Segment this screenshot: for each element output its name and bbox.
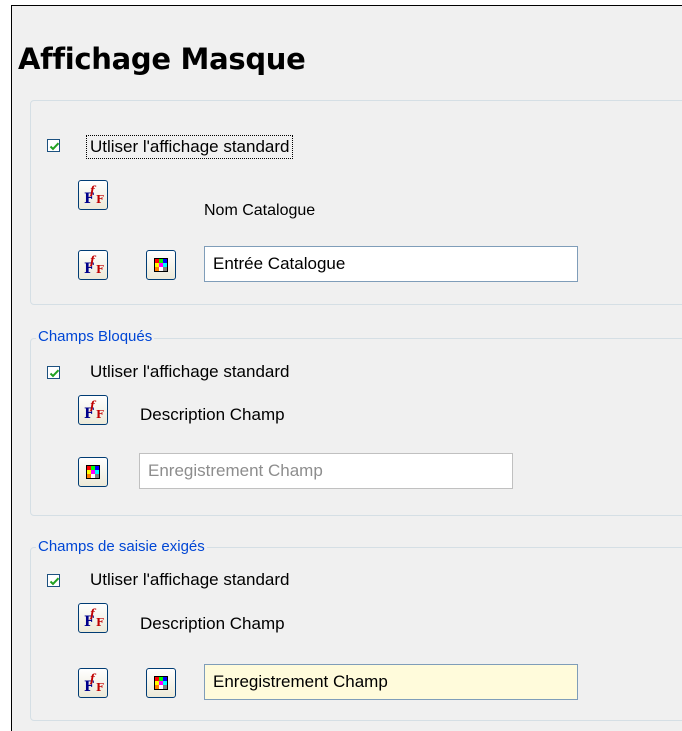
blocked-fields-title: Champs Bloqués [36, 328, 155, 346]
font-button-blocked-description[interactable]: FfF [78, 395, 108, 425]
blocked-record-field[interactable]: Enregistrement Champ [139, 453, 513, 489]
color-button-blocked-record[interactable] [78, 457, 108, 487]
svg-text:F: F [96, 616, 104, 629]
use-standard-label-blocked[interactable]: Utliser l'affichage standard [90, 362, 289, 382]
use-standard-checkbox-blocked[interactable] [47, 366, 60, 379]
use-standard-checkbox-general[interactable] [47, 139, 60, 152]
font-button-required-description[interactable]: FfF [78, 603, 108, 633]
color-button-required-record[interactable] [146, 668, 176, 698]
use-standard-label-general[interactable]: Utliser l'affichage standard [85, 135, 294, 159]
font-button-catalog-entry[interactable]: FfF [78, 250, 108, 280]
font-button-required-record[interactable]: FfF [78, 668, 108, 698]
svg-text:F: F [96, 408, 104, 421]
page-title: Affichage Masque [18, 42, 306, 76]
catalog-entry-field[interactable]: Entrée Catalogue [204, 246, 578, 282]
catalog-name-label: Nom Catalogue [204, 202, 316, 219]
use-standard-checkbox-required[interactable] [47, 574, 60, 587]
svg-text:F: F [96, 263, 104, 276]
color-button-catalog-entry[interactable] [146, 250, 176, 280]
required-field-description-label: Description Champ [140, 614, 285, 633]
svg-text:F: F [96, 193, 104, 206]
required-fields-title: Champs de saisie exigés [36, 538, 207, 556]
use-standard-label-required[interactable]: Utliser l'affichage standard [90, 570, 289, 590]
font-button-catalog-name[interactable]: FfF [78, 180, 108, 210]
required-record-field[interactable]: Enregistrement Champ [204, 664, 578, 700]
blocked-field-description-label: Description Champ [140, 405, 285, 424]
svg-text:F: F [96, 681, 104, 694]
